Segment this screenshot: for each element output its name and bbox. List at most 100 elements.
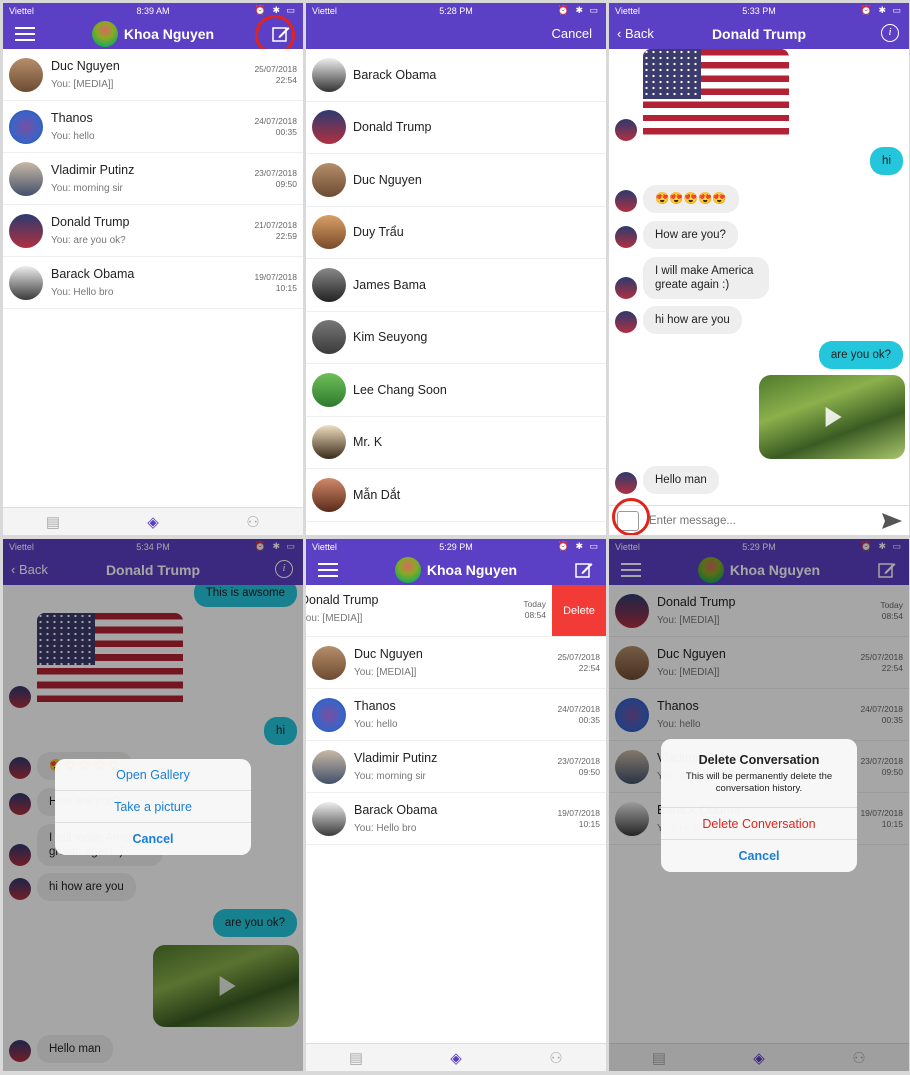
incoming-message: I will make America greate again :) [643,257,769,299]
list-item[interactable]: Mr. K [306,417,606,469]
info-icon[interactable]: i [881,24,899,42]
nav-bar: ‹ Back Donald Trump i [609,18,909,49]
date: 19/07/2018 [254,271,297,282]
last-message: You: [MEDIA]] [51,79,114,90]
avatar [312,697,346,732]
avatar [615,472,637,494]
status-time: 5:29 PM [439,541,473,552]
avatar [9,161,43,196]
avatar [615,226,637,248]
avatar [9,265,43,300]
delete-conversation-button[interactable]: Delete Conversation [661,808,857,840]
carrier-label: Viettel [312,5,337,16]
swiped-row-content: Donald Trump You: [MEDIA]] Today 08:54 [306,585,552,636]
user-name: Khoa Nguyen [123,25,215,42]
contact-name: Donald Trump [51,215,130,229]
send-icon[interactable] [881,512,903,530]
take-picture-button[interactable]: Take a picture [55,791,251,823]
contacts-tab-icon[interactable]: ▤ [42,512,64,532]
list-item[interactable]: Duc Nguyen [306,154,606,207]
list-item[interactable]: Duc Nguyen You: [MEDIA]] 25/07/2018 22:54 [306,637,606,689]
time: 00:35 [275,126,297,137]
avatar [312,801,346,836]
date: 23/07/2018 [557,755,600,766]
list-item[interactable]: Lee Chang Soon [306,364,606,417]
list-item[interactable]: Thanos You: hello 24/07/2018 00:35 [3,101,303,153]
contact-name: Thanos [354,699,396,713]
open-gallery-button[interactable]: Open Gallery [55,759,251,791]
video-message[interactable] [759,375,905,459]
list-item[interactable]: James Bama [306,259,606,312]
status-time: 8:39 AM [136,5,170,16]
contact-name: James Bama [353,277,426,292]
list-item[interactable]: Duc Nguyen You: [MEDIA]] 25/07/2018 22:54 [3,49,303,101]
incoming-message: 😍😍😍😍😍 [643,185,739,213]
avatar [312,425,346,460]
list-item[interactable]: Donald Trump You: are you ok? 21/07/2018 2… [3,205,303,257]
edit-icon[interactable] [271,24,291,44]
chat-media-picker-screen: Viettel 5:34 PM ⏰ ✱ ▭ ‹ Back Donald Trum… [3,539,303,1071]
page-title: Khoa Nguyen [3,20,303,47]
avatar [312,320,346,355]
contact-name: Duc Nguyen [51,59,120,73]
cancel-button[interactable]: Cancel [552,26,592,41]
last-message: You: hello [354,719,398,730]
time: 00:35 [578,714,600,725]
chat-tab-icon[interactable]: ◈ [142,512,164,532]
avatar [394,556,421,583]
nav-bar: Khoa Nguyen [3,18,303,49]
swiped-list-item[interactable]: Donald Trump You: [MEDIA]] Today 08:54 De… [306,585,606,637]
list-item[interactable]: Duy Trẩu [306,207,606,259]
date: 25/07/2018 [557,651,600,662]
last-message: You: [MEDIA]] [354,667,417,678]
contact-name: Thanos [51,111,93,125]
flag-image-message[interactable] [643,49,789,141]
message-input[interactable] [649,514,881,527]
contact-name: Duy Trẩu [353,225,404,240]
last-message: You: hello [51,131,95,142]
contact-name: Vladimir Putinz [354,751,438,765]
contact-name: Mẫn Dắt [353,487,401,502]
last-message: You: morning sir [354,771,426,782]
list-item[interactable]: Vladimir Putinz You: morning sir 23/07/20… [3,153,303,205]
media-picker-sheet: Open Gallery Take a picture Cancel [55,759,251,855]
contacts-tab-icon[interactable]: ▤ [345,1048,367,1068]
status-icons: ⏰ ✱ ▭ [557,541,600,551]
alert-message: This will be permanently delete the conv… [685,771,833,794]
tab-bar: ▤ ◈ ⚇ [3,507,303,535]
contact-name: Barack Obama [354,803,438,817]
time: 22:59 [275,230,297,241]
play-icon[interactable] [825,407,842,427]
list-item[interactable]: Mẫn Dắt [306,469,606,522]
avatar [9,57,43,92]
contact-name: Mr. K [353,435,383,450]
conversation-list: Duc Nguyen You: [MEDIA]] 25/07/2018 22:54 … [3,49,303,309]
date: 24/07/2018 [254,115,297,126]
list-item[interactable]: Thanos You: hello 24/07/2018 00:35 [306,689,606,741]
list-item[interactable]: Barack Obama You: Hello bro 19/07/201810:… [306,793,606,845]
list-item[interactable]: Kim Seuyong [306,312,606,364]
delete-button[interactable]: Delete [552,585,606,636]
swipe-delete-screen: Viettel 5:29 PM ⏰ ✱ ▭ Khoa Nguyen Donald… [306,539,606,1071]
edit-icon[interactable] [574,560,594,580]
avatar [312,57,346,92]
carrier-label: Viettel [312,541,337,552]
contact-picker-screen: Viettel 5:28 PM ⏰ ✱ ▭ Cancel Barack Obam… [306,3,606,535]
incoming-message: Hello man [643,466,719,494]
status-time: 5:28 PM [439,5,473,16]
list-item[interactable]: Barack Obama You: Hello bro 19/07/201810:… [3,257,303,309]
cancel-button[interactable]: Cancel [661,840,857,872]
cancel-button[interactable]: Cancel [55,823,251,855]
status-bar: Viettel 5:29 PM ⏰ ✱ ▭ [306,539,606,554]
time: 22:54 [275,74,297,85]
gallery-icon[interactable] [617,510,639,531]
list-item[interactable]: Donald Trump [306,102,606,154]
date: Today [523,599,546,609]
list-item[interactable]: Barack Obama [306,49,606,102]
groups-tab-icon[interactable]: ⚇ [242,512,264,532]
chat-tab-icon[interactable]: ◈ [445,1048,467,1068]
groups-tab-icon[interactable]: ⚇ [545,1048,567,1068]
avatar [312,372,346,407]
status-bar: Viettel 5:28 PM ⏰ ✱ ▭ [306,3,606,18]
list-item[interactable]: Vladimir Putinz You: morning sir 23/07/20… [306,741,606,793]
